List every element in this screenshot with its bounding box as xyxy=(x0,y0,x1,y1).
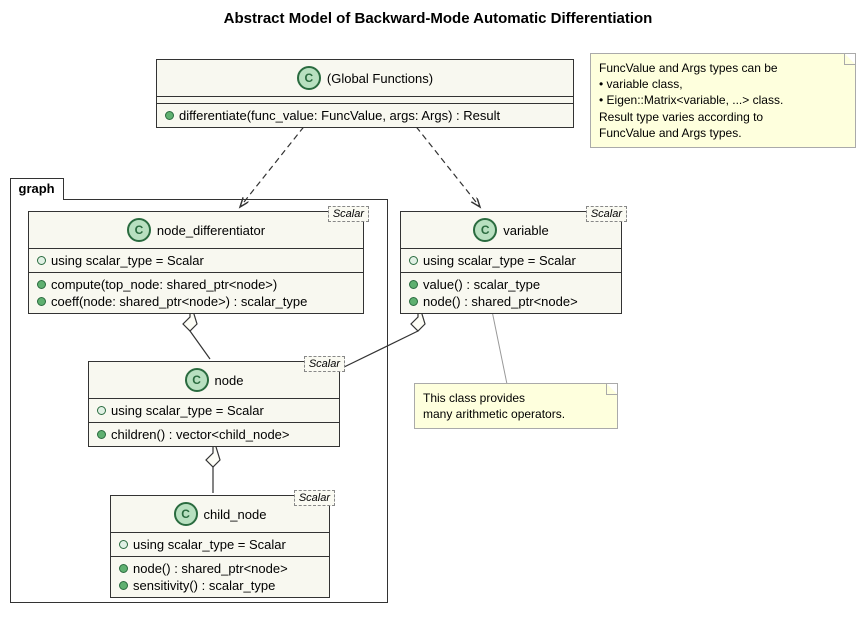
visibility-icon xyxy=(97,430,106,439)
typedef: using scalar_type = Scalar xyxy=(111,403,264,418)
visibility-icon xyxy=(165,111,174,120)
dependency-global-to-nodediff xyxy=(240,119,310,207)
note-line: FuncValue and Args types can be xyxy=(599,60,847,76)
typedef: using scalar_type = Scalar xyxy=(51,253,204,268)
class-icon: C xyxy=(473,218,497,242)
method: value() : scalar_type xyxy=(423,277,540,292)
visibility-icon xyxy=(409,280,418,289)
note-line: many arithmetic operators. xyxy=(423,406,609,422)
class-name: child_node xyxy=(204,507,267,522)
class-name: (Global Functions) xyxy=(327,71,433,86)
visibility-icon xyxy=(97,406,106,415)
method: compute(top_node: shared_ptr<node>) xyxy=(51,277,277,292)
note-variable: This class provides many arithmetic oper… xyxy=(414,383,618,429)
class-icon: C xyxy=(297,66,321,90)
visibility-icon xyxy=(119,540,128,549)
visibility-icon xyxy=(37,280,46,289)
class-name: node xyxy=(215,373,244,388)
method: sensitivity() : scalar_type xyxy=(133,578,275,593)
method: node() : shared_ptr<node> xyxy=(423,294,578,309)
diagram-canvas: C (Global Functions) differentiate(func_… xyxy=(10,39,846,609)
note-connector-variable xyxy=(490,301,508,389)
method: differentiate(func_value: FuncValue, arg… xyxy=(179,108,500,123)
class-child-node: Scalar C child_node using scalar_type = … xyxy=(110,495,330,598)
visibility-icon xyxy=(409,297,418,306)
typedef: using scalar_type = Scalar xyxy=(423,253,576,268)
method: coeff(node: shared_ptr<node>) : scalar_t… xyxy=(51,294,307,309)
note-line: FuncValue and Args types. xyxy=(599,125,847,141)
class-name: node_differentiator xyxy=(157,223,265,238)
note-line: Result type varies according to xyxy=(599,109,847,125)
template-param: Scalar xyxy=(328,206,369,222)
class-icon: C xyxy=(127,218,151,242)
class-global-functions: C (Global Functions) differentiate(func_… xyxy=(156,59,574,128)
method: children() : vector<child_node> xyxy=(111,427,290,442)
template-param: Scalar xyxy=(294,490,335,506)
visibility-icon xyxy=(119,564,128,573)
visibility-icon xyxy=(119,581,128,590)
class-icon: C xyxy=(174,502,198,526)
class-node: Scalar C node using scalar_type = Scalar… xyxy=(88,361,340,447)
diagram-title: Abstract Model of Backward-Mode Automati… xyxy=(10,10,856,27)
note-global: FuncValue and Args types can be • variab… xyxy=(590,53,856,148)
visibility-icon xyxy=(409,256,418,265)
typedef: using scalar_type = Scalar xyxy=(133,537,286,552)
visibility-icon xyxy=(37,297,46,306)
note-line: This class provides xyxy=(423,390,609,406)
note-line: • Eigen::Matrix<variable, ...> class. xyxy=(599,92,847,108)
template-param: Scalar xyxy=(304,356,345,372)
note-line: • variable class, xyxy=(599,76,847,92)
template-param: Scalar xyxy=(586,206,627,222)
class-node-differentiator: Scalar C node_differentiator using scala… xyxy=(28,211,364,314)
package-tab: graph xyxy=(10,178,64,200)
method: node() : shared_ptr<node> xyxy=(133,561,288,576)
class-icon: C xyxy=(185,368,209,392)
class-name: variable xyxy=(503,223,549,238)
dependency-global-to-variable xyxy=(410,119,480,207)
class-variable: Scalar C variable using scalar_type = Sc… xyxy=(400,211,622,314)
visibility-icon xyxy=(37,256,46,265)
